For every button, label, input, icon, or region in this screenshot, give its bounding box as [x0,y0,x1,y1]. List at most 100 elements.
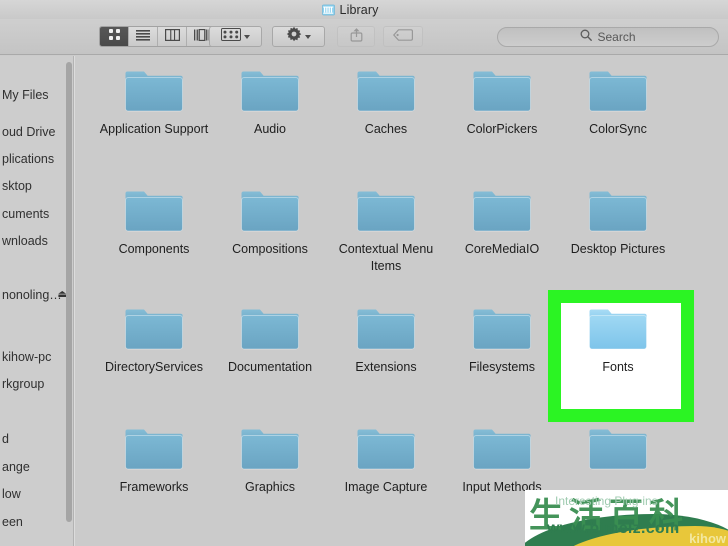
folder-item-desktop-pictures[interactable]: Desktop Pictures [560,188,676,258]
folder-item-colorpickers[interactable]: ColorPickers [444,68,560,138]
library-folder-icon [321,4,335,16]
view-mode-segmented-control[interactable] [99,26,217,47]
finder-toolbar: Search [0,19,728,55]
sidebar-item-label: plications [2,152,55,166]
folder-icon [471,426,533,474]
sidebar-item-label: een [2,515,23,529]
sidebar-item-label: rkgroup [2,377,45,391]
folder-item[interactable] [560,426,676,479]
folder-item-image-capture[interactable]: Image Capture [328,426,444,496]
finder-sidebar[interactable]: My Files oud Drive plications sktop cuments w… [0,56,73,546]
sidebar-item-een[interactable]: een [0,511,73,533]
folder-item-extensions[interactable]: Extensions [328,306,444,376]
folder-label: Graphics [244,480,296,494]
folder-item-compositions[interactable]: Compositions [212,188,328,258]
window-title-group: Library [321,3,379,17]
sidebar-item-label: kihow-pc [2,350,52,364]
folder-label: Documentation [227,360,313,374]
folder-item-components[interactable]: Components [96,188,212,258]
folder-icon [355,188,417,236]
folder-icon [471,188,533,236]
search-field[interactable]: Search [497,27,719,47]
folder-item-directoryservices[interactable]: DirectoryServices [96,306,212,376]
folder-item-graphics[interactable]: Graphics [212,426,328,496]
folder-label: Contextual Menu Items [338,242,434,273]
sidebar-item-label: ange [2,460,30,474]
folder-label: Compositions [232,242,308,256]
sidebar-item-d[interactable]: d [0,428,73,450]
share-button[interactable] [337,26,375,47]
folder-label: DirectoryServices [105,360,203,374]
folder-icon [587,188,649,236]
folder-icon [123,188,185,236]
gear-icon [286,26,302,47]
column-view-button[interactable] [158,27,187,46]
folder-item-filesystems[interactable]: Filesystems [444,306,560,376]
sidebar-scrollbar[interactable] [66,62,72,522]
chevron-down-icon [305,34,311,39]
sidebar-item-label: low [2,487,21,501]
list-view-button[interactable] [129,27,158,46]
folder-icon [123,68,185,116]
sidebar-item-cuments[interactable]: cuments [0,203,73,225]
icon-view-button[interactable] [100,27,129,46]
folder-item-contextual-menu-items[interactable]: Contextual Menu Items [328,188,444,275]
arrange-grid-icon [221,27,241,46]
sidebar-item-label: wnloads [2,234,48,248]
folder-item-application-support[interactable]: Application Support [96,68,212,138]
sidebar-item-sktop[interactable]: sktop [0,175,73,197]
sidebar-item-ue[interactable]: ue [0,538,73,546]
sidebar-item-label: My Files [2,88,49,102]
folder-icon [123,426,185,474]
folder-label: Fonts [602,360,634,374]
folder-item-colorsync[interactable]: ColorSync [560,68,676,138]
folder-label: Application Support [99,122,209,136]
folder-label: Input Methods [462,480,542,494]
share-icon [350,27,363,47]
folder-label: Frameworks [119,480,189,494]
arrange-button[interactable] [209,26,262,47]
folder-icon [587,426,649,474]
sidebar-item-kihow-pc[interactable]: kihow-pc [0,346,73,368]
file-grid-area[interactable]: Application Support Audio Caches ColorPi… [75,56,728,546]
sidebar-item-ange[interactable]: ange [0,456,73,478]
sidebar-item-label: ue [2,542,16,546]
folder-label: Filesystems [469,360,535,374]
sidebar-item-label: d [2,432,9,446]
finder-window: Library Search My Files oud Drive plicat… [0,0,728,546]
search-icon [580,28,593,46]
folder-item-fonts[interactable]: Fonts [560,306,676,376]
search-placeholder: Search [597,30,636,44]
folder-item-coremediaio[interactable]: CoreMediaIO [444,188,560,258]
sidebar-item-low[interactable]: low [0,483,73,505]
folder-label: ColorPickers [466,122,538,136]
folder-item-audio[interactable]: Audio [212,68,328,138]
folder-item-documentation[interactable]: Documentation [212,306,328,376]
folder-icon [471,68,533,116]
tag-icon [392,28,413,46]
folder-item-input-methods[interactable]: Input Methods [444,426,560,496]
sidebar-item-label: oud Drive [2,125,56,139]
window-titlebar: Library [0,0,728,19]
folder-item-frameworks[interactable]: Frameworks [96,426,212,496]
folder-icon [239,426,301,474]
sidebar-item-label: nonoling… [2,288,62,302]
list-icon [136,28,150,46]
sidebar-item-oud-drive[interactable]: oud Drive [0,121,73,143]
folder-label: Extensions [355,360,417,374]
sidebar-item-nonoling[interactable]: nonoling… ⏏ [0,284,73,306]
folder-icon [239,306,301,354]
folder-icon [587,306,649,354]
action-menu-button[interactable] [272,26,325,47]
sidebar-item-plications[interactable]: plications [0,148,73,170]
folder-item-caches[interactable]: Caches [328,68,444,138]
sidebar-item-rkgroup[interactable]: rkgroup [0,373,73,395]
folder-label: Components [118,242,190,256]
folder-icon [587,68,649,116]
sidebar-item-wnloads[interactable]: wnloads [0,230,73,252]
folder-label: CoreMediaIO [464,242,540,256]
chevron-down-icon [244,34,250,39]
tag-button[interactable] [383,26,423,47]
sidebar-item-my-files[interactable]: My Files [0,84,73,106]
columns-icon [164,28,180,46]
